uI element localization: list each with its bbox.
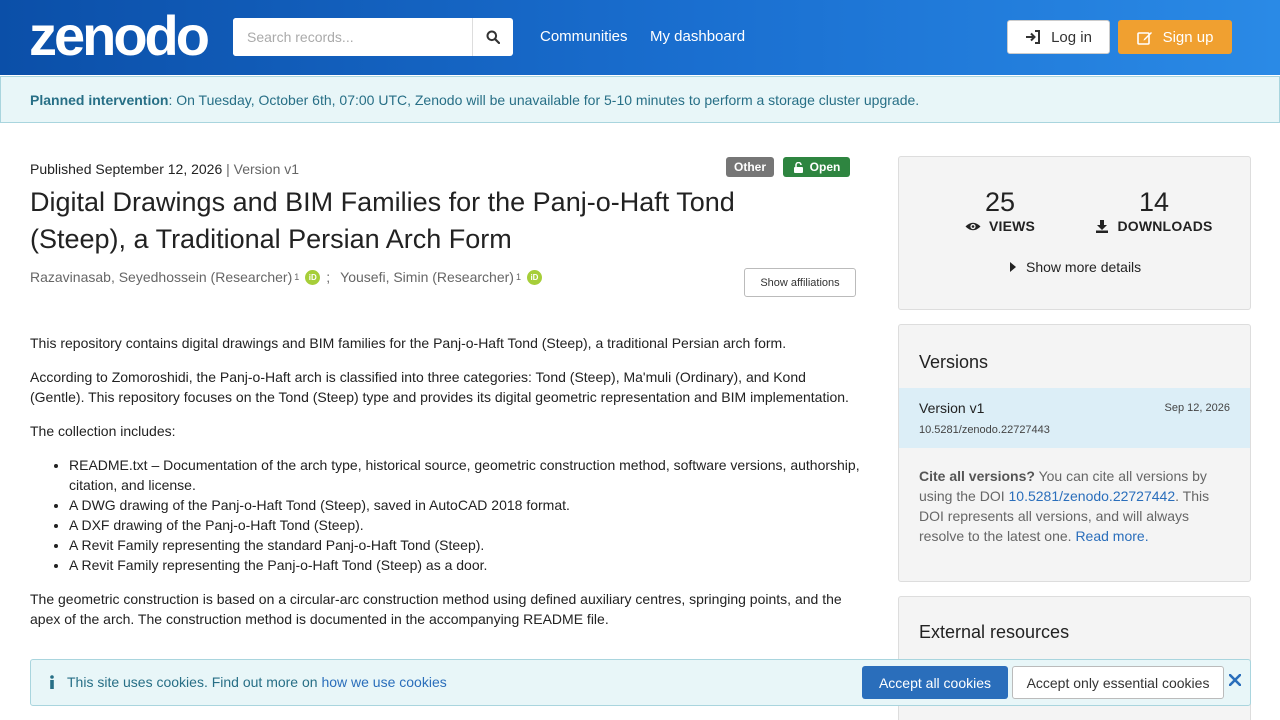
search-button[interactable] (472, 18, 513, 56)
cookie-message: This site uses cookies. Find out more on… (49, 674, 447, 690)
resource-type-badge: Other (726, 157, 774, 177)
list-item: A Revit Family representing the Panj-o-H… (69, 555, 860, 575)
description-paragraph: This repository contains digital drawing… (30, 335, 787, 351)
list-item: A DXF drawing of the Panj-o-Haft Tond (S… (69, 515, 860, 535)
affiliation-marker: 1 (294, 272, 300, 282)
orcid-icon[interactable]: iD (305, 269, 321, 285)
site-header: zenodo Communities My dashboard Log in S… (0, 0, 1280, 75)
published-date: Published September 12, 2026 (30, 161, 223, 177)
author-list: Razavinasab, Seyedhossein (Researcher) 1… (30, 269, 548, 285)
unlock-icon (793, 161, 803, 173)
login-button[interactable]: Log in (1007, 20, 1110, 54)
version-item[interactable]: Version v1 Sep 12, 2026 10.5281/zenodo.2… (899, 388, 1250, 448)
author-name[interactable]: Razavinasab, Seyedhossein (Researcher) (30, 269, 292, 285)
downloads-label: DOWNLOADS (1117, 218, 1213, 234)
version-doi: 10.5281/zenodo.22727443 (919, 424, 1050, 436)
version-name: Version v1 (919, 400, 985, 416)
eye-icon (965, 222, 981, 230)
info-icon (50, 675, 54, 689)
orcid-icon[interactable]: iD (526, 269, 542, 285)
list-item: README.txt – Documentation of the arch t… (69, 455, 860, 495)
list-item: A DWG drawing of the Panj-o-Haft Tond (S… (69, 495, 860, 515)
login-label: Log in (1051, 28, 1092, 46)
accept-all-cookies-button[interactable]: Accept all cookies (862, 666, 1008, 699)
list-item: A Revit Family representing the standard… (69, 535, 860, 555)
signup-label: Sign up (1162, 28, 1214, 46)
cookie-text: This site uses cookies. Find out more on (67, 674, 322, 690)
versions-title: Versions (919, 352, 989, 372)
author-name[interactable]: Yousefi, Simin (Researcher) (340, 269, 514, 285)
zenodo-logo[interactable]: zenodo (29, 6, 210, 66)
nav-communities[interactable]: Communities (540, 28, 628, 45)
search-input[interactable] (233, 18, 472, 56)
maintenance-banner: Planned intervention: On Tuesday, Octobe… (0, 76, 1280, 123)
views-label: VIEWS (988, 218, 1036, 234)
cite-all-versions: Cite all versions? You can cite all vers… (919, 466, 1234, 546)
cookie-banner: This site uses cookies. Find out more on… (30, 659, 1251, 706)
concept-doi-link[interactable]: 10.5281/zenodo.22727442 (1009, 488, 1176, 504)
download-icon (1096, 220, 1109, 233)
access-label: Open (809, 160, 841, 174)
more-details-label: Show more details (1026, 259, 1142, 275)
nav-my-dashboard[interactable]: My dashboard (650, 28, 745, 45)
contents-list: README.txt – Documentation of the arch t… (69, 455, 860, 575)
affiliation-marker: 1 (515, 272, 521, 282)
stats-card: 25 VIEWS 14 DOWNLOADS Show more details (898, 156, 1251, 310)
edit-icon (1136, 31, 1152, 45)
close-icon[interactable] (1228, 670, 1242, 691)
banner-title: Planned intervention (30, 91, 169, 108)
record-description: This repository contains digital drawing… (30, 333, 860, 643)
sign-in-icon (1026, 30, 1041, 44)
description-paragraph: The collection includes: (30, 423, 176, 439)
external-resources-title: External resources (919, 622, 1070, 642)
access-badge: Open (783, 157, 850, 177)
cookie-policy-link[interactable]: how we use cookies (321, 674, 446, 690)
record-title: Digital Drawings and BIM Families for th… (30, 187, 735, 254)
versions-card: Versions Version v1 Sep 12, 2026 10.5281… (898, 324, 1251, 582)
banner-text: : On Tuesday, October 6th, 07:00 UTC, Ze… (168, 91, 920, 108)
caret-right-icon (1010, 262, 1016, 272)
views-count: 25 (984, 187, 1016, 217)
views-stat: 25 VIEWS (958, 187, 1042, 234)
cite-title: Cite all versions? (919, 468, 1035, 484)
search-icon (486, 30, 500, 44)
record-version: Version v1 (233, 161, 300, 177)
downloads-count: 14 (1138, 187, 1170, 217)
version-date: Sep 12, 2026 (1164, 402, 1230, 414)
record-meta: Published September 12, 2026 | Version v… (30, 161, 299, 177)
show-affiliations-button[interactable]: Show affiliations (744, 268, 856, 297)
description-paragraph: The geometric construction is based on a… (30, 591, 842, 627)
meta-separator: | (226, 161, 230, 177)
signup-button[interactable]: Sign up (1118, 20, 1232, 54)
accept-essential-cookies-button[interactable]: Accept only essential cookies (1012, 666, 1224, 699)
downloads-stat: 14 DOWNLOADS (1091, 187, 1217, 234)
search-bar (233, 18, 513, 56)
show-more-details[interactable]: Show more details (1010, 259, 1141, 275)
author-separator: ; (326, 269, 331, 285)
resource-type-label: Other (733, 160, 766, 174)
description-paragraph: According to Zomoroshidi, the Panj-o-Haf… (30, 369, 849, 405)
read-more-link[interactable]: Read more. (1075, 528, 1148, 544)
